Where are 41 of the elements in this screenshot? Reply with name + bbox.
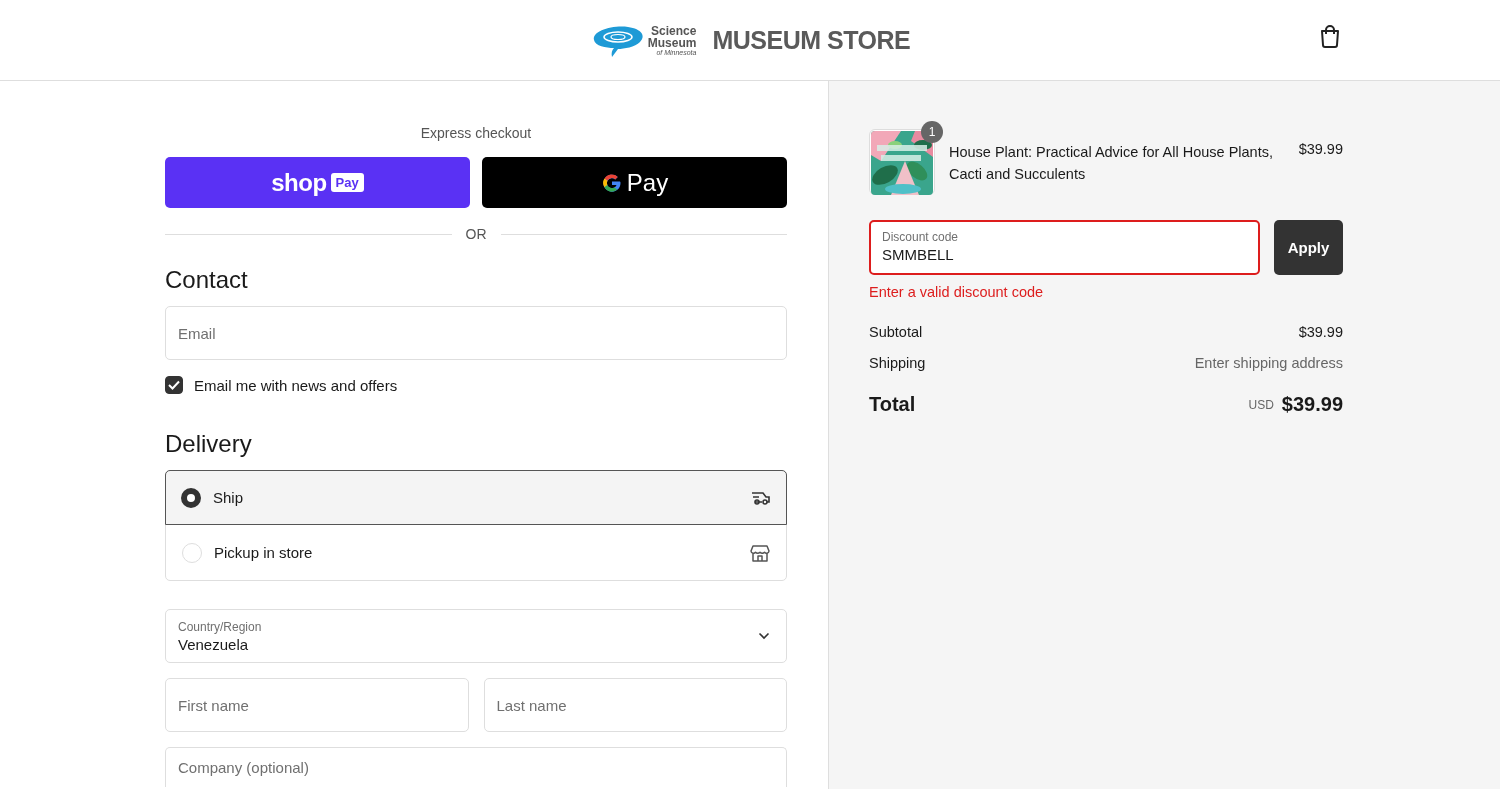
summary-label: Subtotal (869, 324, 923, 340)
summary-label: Shipping (869, 355, 926, 371)
option-label: Pickup in store (214, 544, 314, 561)
section-title: Express checkout (419, 125, 533, 141)
summary-value: Enter shipping address (1194, 355, 1343, 371)
country-select[interactable]: Country/Region Venezuela (165, 609, 787, 663)
summary-value: $39.99 (1298, 324, 1343, 340)
shopping-bag-icon[interactable] (1319, 24, 1341, 48)
chevron-down-icon (758, 632, 770, 640)
shop-pay-button[interactable]: shop Pay (165, 157, 470, 208)
logo-text: Science (651, 24, 697, 37)
quantity-badge: 1 (921, 121, 943, 143)
delivery-option[interactable]: Pickup in store (166, 525, 786, 580)
field-label: Discount code (882, 230, 960, 244)
error-message: Enter a valid discount code (869, 284, 1045, 300)
discount-input[interactable]: SMMBELL (882, 246, 1247, 263)
email-field[interactable]: Email (165, 306, 787, 360)
checkbox-label: Email me with news and offers (194, 376, 398, 394)
currency-code: USD (1248, 397, 1274, 412)
total-label: Total (869, 393, 917, 416)
google-pay-button[interactable]: Pay (482, 157, 787, 208)
product-title: House Plant: Practical Advice for All House Plants, Cacti and Succulents (949, 143, 1274, 184)
section-heading: Delivery (165, 430, 253, 458)
first-name-field[interactable]: First name (165, 678, 469, 732)
last-name-field[interactable]: Last name (483, 678, 787, 732)
store-name: MUSEUM STORE (712, 25, 911, 55)
product-price: $39.99 (1298, 141, 1343, 157)
section-heading: Contact (165, 266, 249, 294)
google-g-icon (600, 171, 623, 194)
delivery-option[interactable]: Ship (165, 470, 787, 525)
truck-icon (751, 489, 771, 506)
divider-text: OR (465, 226, 487, 242)
apply-button[interactable]: Apply (1274, 220, 1343, 275)
option-label: Ship (213, 489, 245, 506)
radio-button[interactable] (181, 487, 201, 508)
total-amount: $39.99 (1281, 393, 1343, 416)
logo-text: Museum (647, 36, 697, 49)
company-field[interactable]: Company (optional) (165, 747, 787, 787)
store-icon (750, 542, 770, 563)
checkbox[interactable] (165, 376, 183, 394)
discount-field[interactable]: Discount code SMMBELL (869, 220, 1260, 275)
